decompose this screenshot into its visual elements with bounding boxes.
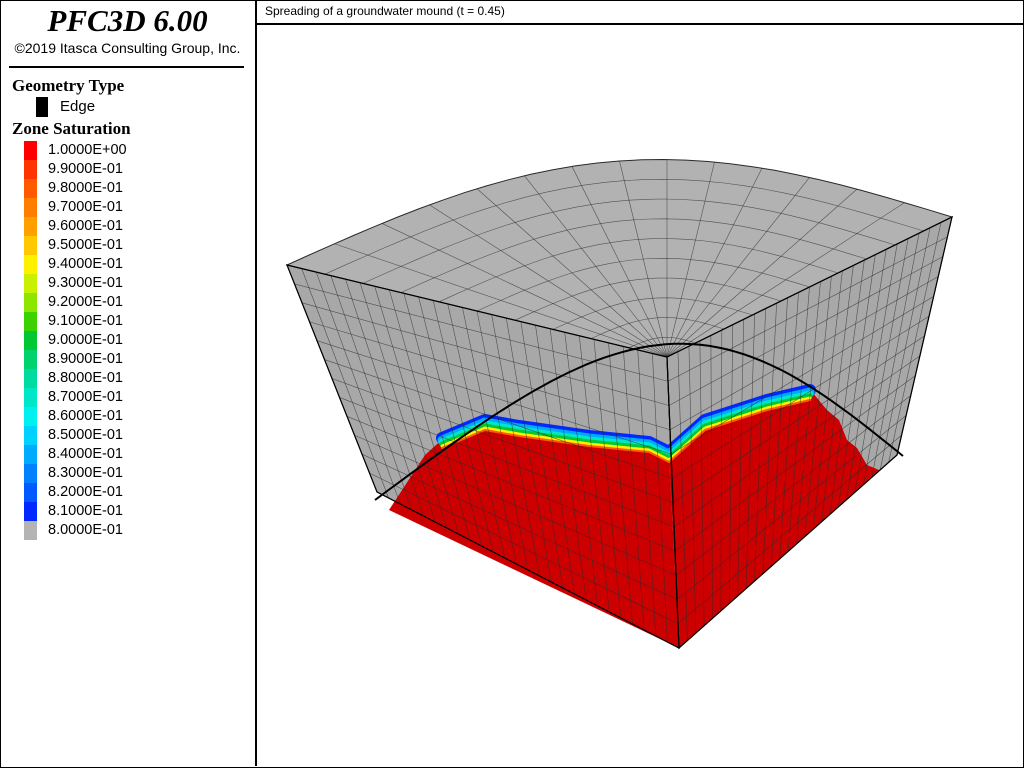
legend-swatch [24,350,37,369]
legend-label: 8.2000E-01 [48,484,123,500]
edge-swatch [36,97,48,117]
copyright-text: ©2019 Itasca Consulting Group, Inc. [14,40,241,56]
legend-swatch [24,388,37,407]
model-3d-view[interactable] [257,0,1023,766]
legend-label: 9.4000E-01 [48,256,123,272]
legend-label: 9.2000E-01 [48,294,123,310]
legend-swatch [24,198,37,217]
saturated-region-left [389,420,679,648]
legend-swatch [24,445,37,464]
legend-label: 8.4000E-01 [48,446,123,462]
legend-label: 8.1000E-01 [48,503,123,519]
legend-label: 9.9000E-01 [48,161,123,177]
legend-swatch [24,312,37,331]
legend-label: 8.8000E-01 [48,370,123,386]
legend-label: 8.0000E-01 [48,522,123,538]
legend-swatch [24,331,37,350]
legend-swatch [24,483,37,502]
legend-swatch [24,255,37,274]
legend-label: 9.6000E-01 [48,218,123,234]
model-viewport[interactable]: Spreading of a groundwater mound (t = 0.… [257,0,1023,766]
app-title: PFC3D 6.00 [47,3,208,38]
legend-label: 8.5000E-01 [48,427,123,443]
legend-swatch [24,521,37,540]
legend-label: 9.8000E-01 [48,180,123,196]
geometry-type-title: Geometry Type [12,76,125,95]
legend-swatch [24,293,37,312]
legend-swatch [24,464,37,483]
legend-swatch [24,236,37,255]
legend-swatch [24,160,37,179]
zone-saturation-title: Zone Saturation [12,119,131,138]
legend-label: 1.0000E+00 [48,142,127,158]
legend-swatch [24,141,37,160]
legend-swatch [24,217,37,236]
legend-swatch [24,407,37,426]
legend-label: 8.7000E-01 [48,389,123,405]
legend-label: 9.5000E-01 [48,237,123,253]
edge-label: Edge [60,98,96,115]
legend-label: 9.7000E-01 [48,199,123,215]
legend-swatch [24,502,37,521]
legend-swatch [24,426,37,445]
legend-label: 8.9000E-01 [48,351,123,367]
legend-divider [9,66,244,68]
legend-swatch [24,179,37,198]
legend-swatch [24,274,37,293]
legend-label: 8.6000E-01 [48,408,123,424]
legend-label: 8.3000E-01 [48,465,123,481]
legend-label: 9.3000E-01 [48,275,123,291]
legend-label: 9.0000E-01 [48,332,123,348]
legend-swatch [24,369,37,388]
legend-panel: PFC3D 6.00 ©2019 Itasca Consulting Group… [0,0,257,766]
legend-label: 9.1000E-01 [48,313,123,329]
